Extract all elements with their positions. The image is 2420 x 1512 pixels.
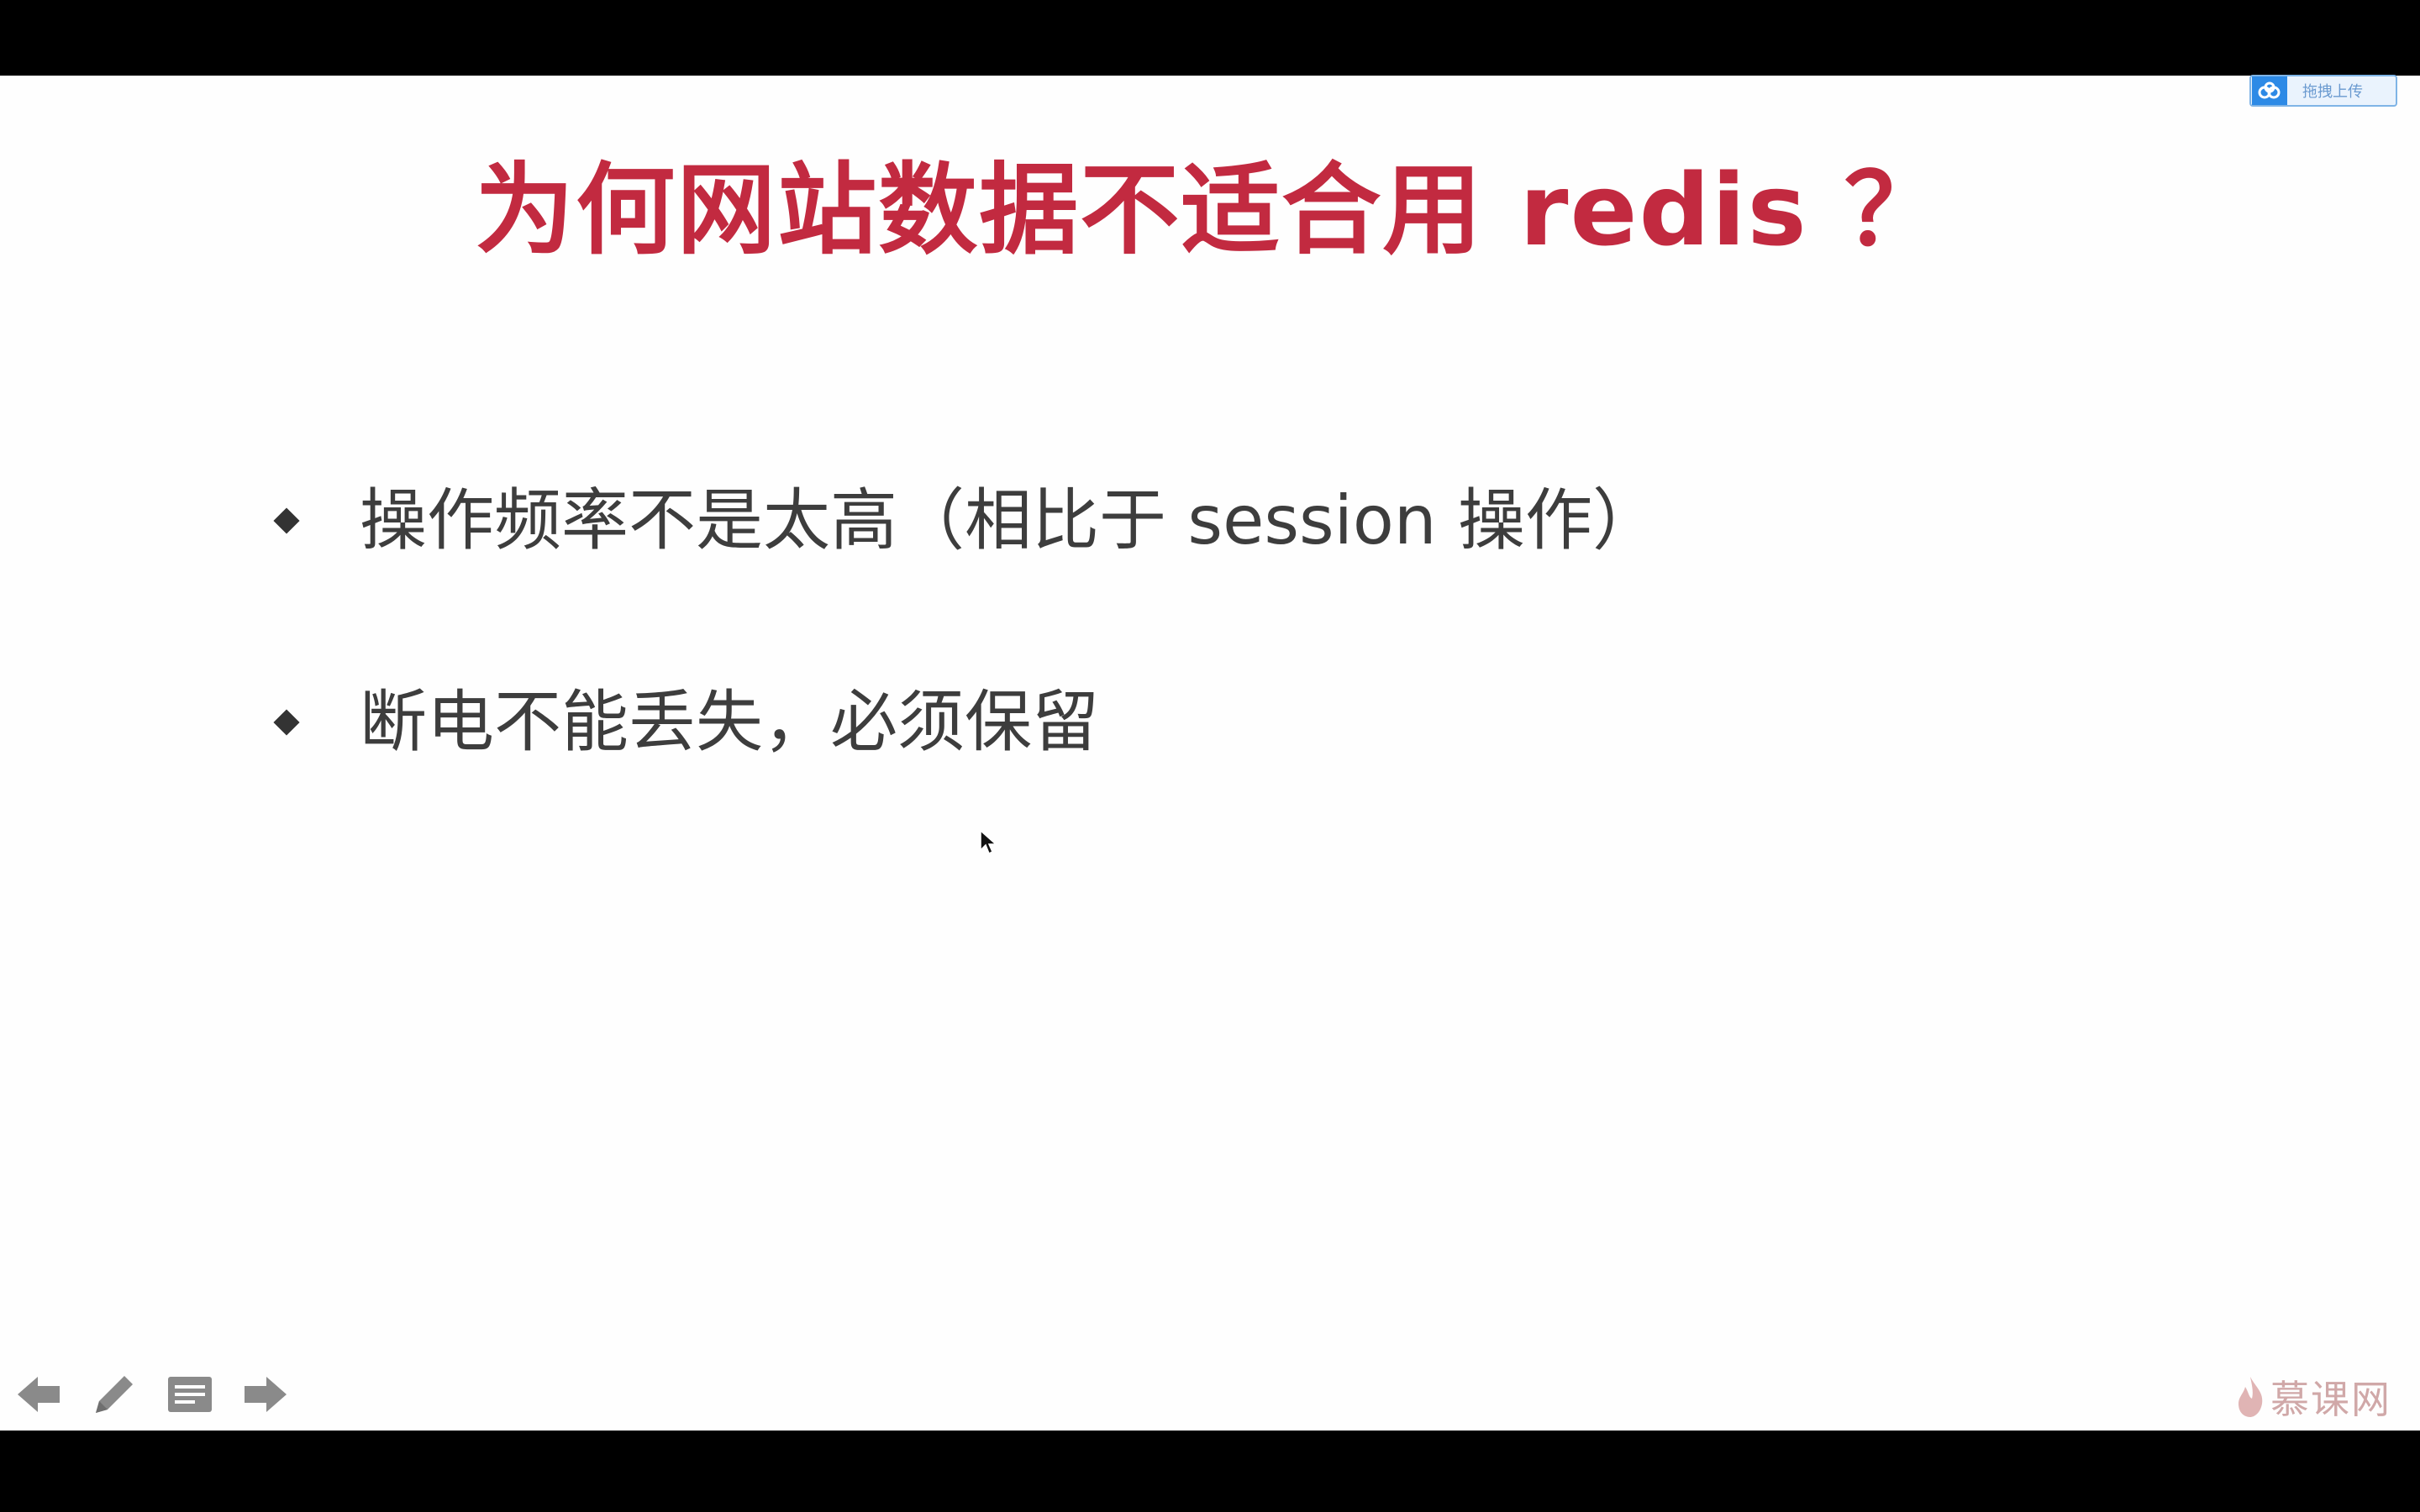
cloud-icon [2252,76,2287,105]
bullet-text-2: 断电不能丢失，必须保留 [360,683,1099,761]
diamond-bullet-icon [273,507,300,534]
notes-icon[interactable] [163,1368,217,1421]
slide-title: 为何网站数据不适合用 redis ？ [475,152,1945,268]
video-frame: 拖拽上传 为何网站数据不适合用 redis ？ 操作频率不是太高（相比于 ses… [0,0,2420,1512]
brand-name: 慕课网 [2270,1377,2391,1422]
bullet-item-1: 操作频率不是太高（相比于 session 操作） [273,475,1660,567]
diamond-bullet-icon [273,709,300,736]
brand-logo: 慕课网 [2235,1369,2391,1425]
letterbox-bottom [0,1431,2420,1512]
bullet-text-1: 操作频率不是太高（相比于 session 操作） [360,481,1660,559]
upload-badge[interactable]: 拖拽上传 [2249,75,2397,107]
flame-icon [2238,1377,2263,1417]
letterbox-top [0,0,2420,76]
upload-badge-label: 拖拽上传 [2302,83,2363,101]
mouse-cursor-icon [980,830,997,855]
pencil-icon[interactable] [87,1368,141,1421]
bullet-item-2: 断电不能丢失，必须保留 [273,676,1099,769]
slide-toolbar [12,1368,292,1421]
arrow-right-icon[interactable] [239,1368,292,1421]
arrow-left-icon[interactable] [12,1368,66,1421]
